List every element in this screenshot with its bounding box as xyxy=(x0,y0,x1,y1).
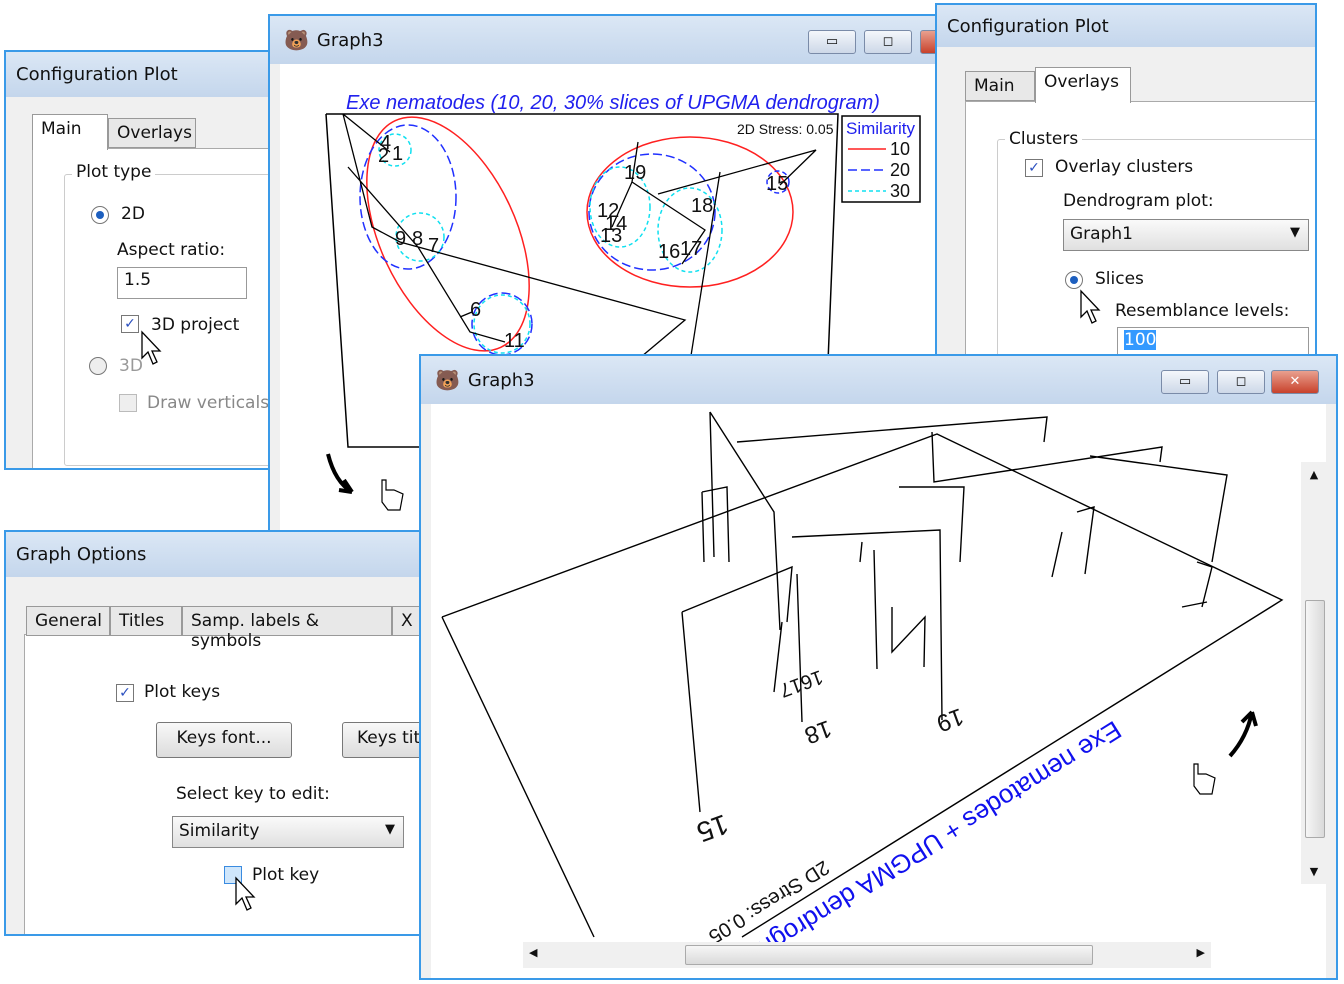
group-label: Clusters xyxy=(1005,129,1083,149)
graph3-window-bottom: 🐻 Graph3 ▭ ◻ ✕ ▲ ▼ ◀ ▶ 15 18 19 1617 2D … xyxy=(419,354,1338,980)
plot-title: Exe nematodes (10, 20, 30% slices of UPG… xyxy=(346,92,880,114)
mouse-pointer-icon xyxy=(141,330,162,365)
overlay-clusters-checkbox[interactable]: ✓ xyxy=(1025,159,1043,177)
select-key-dropdown[interactable]: Similarity ▼ xyxy=(172,816,404,848)
configuration-plot-dialog-left: Configuration Plot Main Overlays Plot ty… xyxy=(4,50,284,470)
radio-2d[interactable] xyxy=(91,206,109,224)
legend-label-20: 20 xyxy=(890,160,910,180)
point-label: 1617 xyxy=(776,665,825,701)
3d-project-checkbox[interactable]: ✓ xyxy=(121,315,139,333)
scrollbar-thumb[interactable] xyxy=(685,945,1093,965)
slices-label: Slices xyxy=(1095,269,1144,289)
tab-overlays[interactable]: Overlays xyxy=(108,118,196,148)
point-label: 11 xyxy=(504,330,525,352)
dialog-title: Graph Options xyxy=(16,544,147,565)
chevron-down-icon: ▼ xyxy=(1290,225,1300,240)
projection-plane xyxy=(441,433,1284,938)
tab-sample-labels-symbols[interactable]: Samp. labels & symbols xyxy=(182,606,392,651)
overlay-clusters-label: Overlay clusters xyxy=(1055,157,1194,177)
slices-radio[interactable] xyxy=(1065,271,1083,289)
tab-titles[interactable]: Titles xyxy=(110,606,182,636)
stress-label: 2D Stress: 0.05 xyxy=(737,121,834,137)
point-label: 7 xyxy=(428,235,439,257)
graph-options-dialog: Graph Options General Titles Samp. label… xyxy=(4,530,434,936)
group-label: Plot type xyxy=(72,162,156,182)
point-label: 17 xyxy=(680,238,702,260)
mouse-pointer-icon xyxy=(235,876,256,911)
point-label: 16 xyxy=(658,241,680,263)
point-label: 18 xyxy=(801,714,835,749)
point-label: 8 xyxy=(412,228,423,250)
point-label: 1 xyxy=(392,143,403,165)
title-bar: Configuration Plot xyxy=(937,5,1315,47)
tab-overlays[interactable]: Overlays xyxy=(1035,67,1131,103)
dendrogram-plot-label: Dendrogram plot: xyxy=(1063,191,1214,211)
tab-main[interactable]: Main xyxy=(32,114,108,150)
aspect-ratio-label: Aspect ratio: xyxy=(117,240,226,260)
resemblance-levels-label: Resemblance levels: xyxy=(1115,301,1290,321)
point-label: 2 xyxy=(378,145,389,167)
point-label: 15 xyxy=(766,173,788,195)
point-label: 19 xyxy=(933,702,967,737)
hand-cursor-icon xyxy=(381,479,404,511)
keys-font-button[interactable]: Keys font... xyxy=(156,722,292,758)
legend-label-10: 10 xyxy=(890,139,910,159)
aspect-ratio-input[interactable]: 1.5 xyxy=(117,267,247,299)
mouse-pointer-icon xyxy=(1080,289,1101,324)
point-label: 6 xyxy=(470,299,481,321)
horizontal-scrollbar[interactable]: ◀ ▶ xyxy=(523,942,1211,968)
configuration-plot-dialog-right: Configuration Plot Main Overlays Cluster… xyxy=(935,3,1317,363)
dendrogram-lines xyxy=(681,411,1228,813)
radio-2d-label: 2D xyxy=(121,204,145,224)
dialog-title: Configuration Plot xyxy=(16,64,178,85)
legend-label-30: 30 xyxy=(890,181,910,201)
point-label: 13 xyxy=(600,225,622,247)
radio-3d[interactable] xyxy=(89,357,107,375)
point-label: 19 xyxy=(624,162,646,184)
select-key-label: Select key to edit: xyxy=(176,784,330,804)
draw-verticals-checkbox[interactable] xyxy=(119,394,137,412)
legend-title: Similarity xyxy=(846,119,915,138)
hand-cursor-icon xyxy=(1193,763,1216,795)
plot-key-label: Plot key xyxy=(252,865,320,885)
rotate-arrow-icon xyxy=(326,453,354,494)
rotate-arrow-icon xyxy=(1228,710,1258,758)
title-bar: Configuration Plot xyxy=(6,52,282,97)
dialog-title: Configuration Plot xyxy=(947,15,1109,37)
3d-dendrogram-plot: 15 18 19 1617 2D Stress: 0.05 Exe nemato… xyxy=(441,411,1284,942)
scroll-left-icon[interactable]: ◀ xyxy=(529,946,537,959)
scroll-right-icon[interactable]: ▶ xyxy=(1197,946,1205,959)
point-label: 15 xyxy=(693,808,733,848)
dendrogram-plot-select[interactable]: Graph1 ▼ xyxy=(1063,219,1309,251)
point-label: 9 xyxy=(395,228,406,250)
tab-general[interactable]: General xyxy=(26,606,110,636)
point-label: 18 xyxy=(691,195,713,217)
title-bar: Graph Options xyxy=(6,532,432,577)
plot-keys-checkbox[interactable]: ✓ xyxy=(116,684,134,702)
plot-keys-label: Plot keys xyxy=(144,682,221,702)
tab-main[interactable]: Main xyxy=(965,71,1035,101)
draw-verticals-label: Draw verticals xyxy=(147,393,270,413)
chevron-down-icon: ▼ xyxy=(385,822,395,837)
